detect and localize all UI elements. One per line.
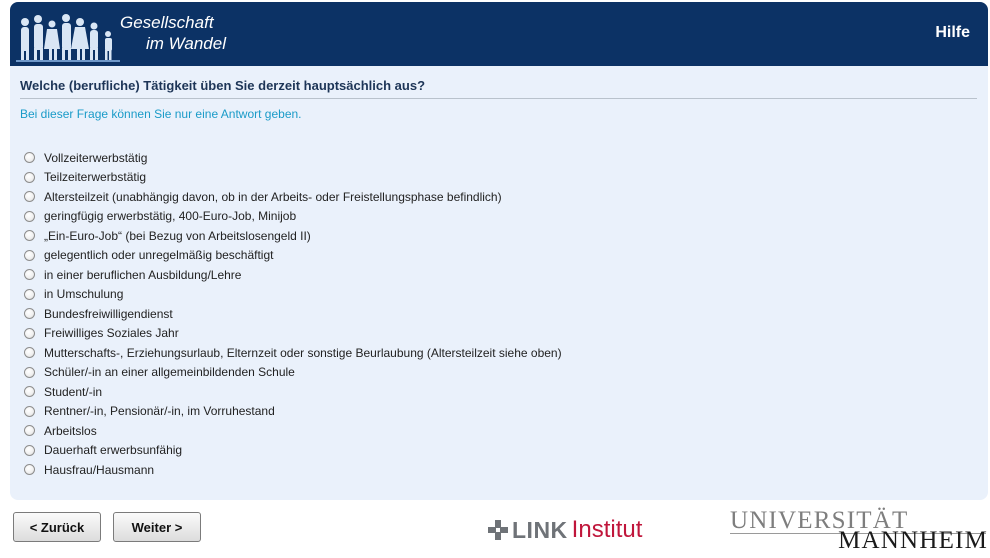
option-vollzeit[interactable]: Vollzeiterwerbstätig (24, 148, 562, 168)
option-label: Mutterschafts-, Erziehungsurlaub, Eltern… (44, 345, 562, 360)
option-label: Arbeitslos (44, 423, 97, 438)
option-teilzeit[interactable]: Teilzeiterwerbstätig (24, 168, 562, 188)
option-label: „Ein-Euro-Job“ (bei Bezug von Arbeitslos… (44, 228, 311, 243)
logo-text: Gesellschaft im Wandel (120, 12, 226, 54)
radio-button[interactable] (24, 269, 35, 281)
radio-button[interactable] (24, 366, 35, 378)
option-arbeitslos[interactable]: Arbeitslos (24, 421, 562, 441)
answer-options: Vollzeiterwerbstätig Teilzeiterwerbstäti… (24, 148, 562, 480)
option-label: in einer beruflichen Ausbildung/Lehre (44, 267, 242, 282)
option-schueler[interactable]: Schüler/-in an einer allgemeinbildenden … (24, 363, 562, 383)
option-geringfuegig[interactable]: geringfügig erwerbstätig, 400-Euro-Job, … (24, 207, 562, 227)
question-hint: Bei dieser Frage können Sie nur eine Ant… (20, 107, 302, 121)
logo-line-1: Gesellschaft (120, 13, 214, 32)
radio-button[interactable] (24, 347, 35, 359)
radio-button[interactable] (24, 171, 35, 183)
option-label: Hausfrau/Hausmann (44, 462, 155, 477)
next-button[interactable]: Weiter > (113, 512, 201, 542)
radio-button[interactable] (24, 191, 35, 203)
question-title: Welche (berufliche) Tätigkeit üben Sie d… (20, 78, 426, 93)
link-institut-text: Institut (571, 516, 643, 543)
university-mannheim-logo: UNIVERSITÄT MANNHEIM (730, 507, 988, 554)
option-label: in Umschulung (44, 287, 124, 302)
option-label: gelegentlich oder unregelmäßig beschäfti… (44, 248, 274, 263)
option-student[interactable]: Student/-in (24, 382, 562, 402)
option-rentner[interactable]: Rentner/-in, Pensionär/-in, im Vorruhest… (24, 402, 562, 422)
radio-button[interactable] (24, 464, 35, 476)
people-silhouettes-logo-icon (16, 14, 120, 62)
link-wordmark: LINK (512, 516, 568, 543)
radio-button[interactable] (24, 152, 35, 164)
link-institut-logo: LINK Institut (488, 516, 642, 544)
radio-button[interactable] (24, 308, 35, 320)
option-ausbildung[interactable]: in einer beruflichen Ausbildung/Lehre (24, 265, 562, 285)
radio-button[interactable] (24, 288, 35, 300)
divider (20, 98, 977, 99)
radio-button[interactable] (24, 405, 35, 417)
option-label: Vollzeiterwerbstätig (44, 150, 148, 165)
radio-button[interactable] (24, 444, 35, 456)
option-gelegentlich[interactable]: gelegentlich oder unregelmäßig beschäfti… (24, 246, 562, 266)
option-altersteilzeit[interactable]: Altersteilzeit (unabhängig davon, ob in … (24, 187, 562, 207)
option-label: Schüler/-in an einer allgemeinbildenden … (44, 365, 295, 380)
option-hausfrau-hausmann[interactable]: Hausfrau/Hausmann (24, 460, 562, 480)
option-label: Rentner/-in, Pensionär/-in, im Vorruhest… (44, 404, 275, 419)
option-label: Bundesfreiwilligendienst (44, 306, 173, 321)
option-fsj[interactable]: Freiwilliges Soziales Jahr (24, 324, 562, 344)
link-cross-icon (488, 520, 508, 540)
option-ein-euro-job[interactable]: „Ein-Euro-Job“ (bei Bezug von Arbeitslos… (24, 226, 562, 246)
mannheim-text: MANNHEIM (838, 527, 988, 554)
radio-button[interactable] (24, 327, 35, 339)
option-elternzeit[interactable]: Mutterschafts-, Erziehungsurlaub, Eltern… (24, 343, 562, 363)
option-umschulung[interactable]: in Umschulung (24, 285, 562, 305)
radio-button[interactable] (24, 210, 35, 222)
radio-button[interactable] (24, 249, 35, 261)
option-erwerbsunfaehig[interactable]: Dauerhaft erwerbsunfähig (24, 441, 562, 461)
option-label: Dauerhaft erwerbsunfähig (44, 443, 183, 458)
option-label: Altersteilzeit (unabhängig davon, ob in … (44, 189, 502, 204)
option-label: geringfügig erwerbstätig, 400-Euro-Job, … (44, 209, 297, 224)
radio-button[interactable] (24, 386, 35, 398)
option-label: Teilzeiterwerbstätig (44, 170, 147, 185)
question-panel: Welche (berufliche) Tätigkeit üben Sie d… (10, 66, 988, 500)
option-label: Freiwilliges Soziales Jahr (44, 326, 179, 341)
option-bundesfreiwilligendienst[interactable]: Bundesfreiwilligendienst (24, 304, 562, 324)
radio-button[interactable] (24, 425, 35, 437)
option-label: Student/-in (44, 384, 103, 399)
back-button[interactable]: < Zurück (13, 512, 101, 542)
radio-button[interactable] (24, 230, 35, 242)
logo-line-2: im Wandel (146, 34, 226, 53)
help-link[interactable]: Hilfe (935, 24, 970, 42)
header-bar: Gesellschaft im Wandel Hilfe (10, 2, 988, 66)
